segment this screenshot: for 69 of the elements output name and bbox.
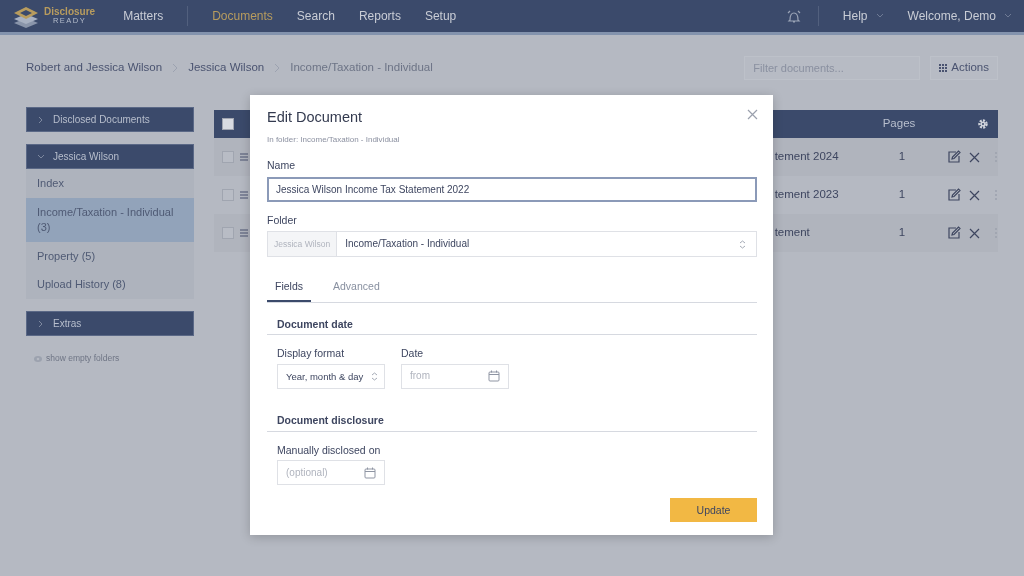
field-label: Name <box>267 159 296 172</box>
drag-handle-icon[interactable] <box>239 229 248 237</box>
row-checkbox[interactable] <box>222 227 234 239</box>
modal-subtitle: In folder: Income/Taxation - Individual <box>267 135 401 145</box>
field-label: Folder <box>267 213 298 227</box>
chevron-right-icon <box>37 319 45 328</box>
caret-icon <box>875 13 884 19</box>
delete-icon[interactable] <box>969 227 980 239</box>
nav-link[interactable]: Setup <box>412 7 469 25</box>
tab[interactable]: Advanced <box>325 273 388 302</box>
edit-icon[interactable] <box>947 226 961 240</box>
page-count: 1 <box>897 187 907 203</box>
name-field[interactable]: Jessica Wilson Income Tax Statement 2022 <box>267 176 757 202</box>
user-menu[interactable]: Welcome, Demo <box>895 7 1012 25</box>
delete-icon[interactable] <box>969 189 980 201</box>
close-icon[interactable] <box>747 109 758 120</box>
folder-group-header[interactable]: Jessica Wilson <box>26 144 194 169</box>
folder-item[interactable]: Upload History (8) <box>26 270 194 300</box>
actions-button[interactable]: Actions <box>930 56 998 80</box>
logo-title: Disclosure <box>44 7 96 18</box>
modal-title: Edit Document <box>267 109 363 127</box>
eye-icon[interactable] <box>34 354 42 363</box>
chevron-icon <box>274 63 281 73</box>
select-all-checkbox[interactable] <box>222 118 234 130</box>
section-heading: Document date <box>267 317 757 336</box>
format-select[interactable]: Year, month & day <box>277 363 385 389</box>
drag-handle-icon[interactable] <box>239 153 248 161</box>
nav-link[interactable]: Search <box>284 7 347 25</box>
nav-link[interactable]: Documents <box>200 7 285 25</box>
field-label: Display format <box>277 347 346 360</box>
chevron-icon <box>172 63 179 73</box>
bell-icon[interactable] <box>785 8 802 24</box>
calendar-icon[interactable] <box>488 370 500 383</box>
page-count: 1 <box>897 225 907 241</box>
drag-handle-icon[interactable] <box>239 191 248 199</box>
field-label: Date <box>401 347 425 360</box>
field-label: Manually disclosed on <box>277 443 382 457</box>
grid-icon <box>939 64 948 72</box>
caret-icon <box>1004 13 1012 19</box>
folder-item[interactable]: Property (5) <box>26 241 194 271</box>
nav-link[interactable]: Matters <box>111 7 176 25</box>
sort-icon <box>739 239 746 249</box>
tab[interactable]: Fields <box>267 273 311 302</box>
row-checkbox[interactable] <box>222 189 234 201</box>
chevron-right-icon <box>37 115 45 124</box>
row-checkbox[interactable] <box>222 151 234 163</box>
document-name: tement <box>774 225 811 241</box>
folder-group-header[interactable]: Extras <box>26 311 194 337</box>
column-header: Pages <box>881 116 917 132</box>
delete-icon[interactable] <box>969 151 980 163</box>
folder-select[interactable]: Jessica Wilson Income/Taxation - Individual <box>267 231 757 258</box>
page-count: 1 <box>897 149 907 165</box>
update-button[interactable]: Update <box>670 498 757 522</box>
edit-icon[interactable] <box>947 188 961 202</box>
breadcrumb-item: Income/Taxation - Individual <box>290 60 433 76</box>
help-menu[interactable]: Help <box>830 7 896 25</box>
breadcrumb-item[interactable]: Robert and Jessica Wilson <box>26 59 163 77</box>
sort-icon <box>371 371 378 381</box>
calendar-icon[interactable] <box>364 466 376 479</box>
folder-group-header[interactable]: Disclosed Documents <box>26 107 194 132</box>
edit-icon[interactable] <box>947 150 961 164</box>
document-name: tement 2024 <box>774 149 840 165</box>
document-name: tement 2023 <box>774 187 840 203</box>
section-heading: Document disclosure <box>267 413 757 432</box>
folder-item[interactable]: Index <box>26 169 194 198</box>
settings-icon[interactable] <box>977 118 989 130</box>
folder-item[interactable]: Income/Taxation - Individual (3) <box>26 197 194 242</box>
nav-link[interactable]: Reports <box>346 7 413 25</box>
breadcrumb-item[interactable]: Jessica Wilson <box>188 59 265 77</box>
